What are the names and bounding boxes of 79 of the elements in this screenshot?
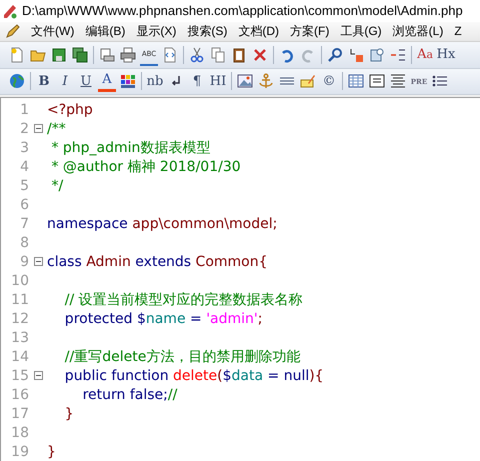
text-button[interactable]: nb [146, 70, 164, 92]
underline-button[interactable]: U [77, 70, 95, 92]
line-number: 7 [19, 216, 29, 232]
printer-icon [120, 46, 136, 63]
code-line: } [47, 444, 56, 460]
line-number: 3 [19, 140, 29, 156]
italic-button[interactable]: I [56, 70, 74, 92]
menu-item[interactable]: 文档(D) [238, 22, 279, 40]
line-number: 6 [19, 196, 29, 213]
line-number: 12 [10, 310, 29, 327]
pencil-icon [6, 24, 20, 38]
code-line: /** [47, 120, 66, 137]
menu-item[interactable]: 显示(X) [136, 22, 176, 40]
code-line: } [64, 406, 74, 422]
highlighter-icon [300, 73, 316, 90]
bold-button[interactable]: B [35, 70, 53, 92]
line-number: 14 [10, 348, 29, 365]
code-line: namespace app\common\model; [47, 216, 278, 232]
code-line: protected $name = 'admin'; [64, 310, 262, 327]
print-preview-icon [99, 46, 115, 63]
fold-icon[interactable] [34, 371, 42, 380]
menu-item[interactable]: 搜索(S) [187, 22, 228, 40]
clipboard-icon [231, 46, 247, 63]
search-icon [327, 46, 343, 63]
font-color-button[interactable]: A [98, 70, 116, 92]
code-line: // 设置当前模型对应的完整数据表名称 [64, 290, 303, 309]
image-icon [237, 73, 253, 90]
bullet-list-icon [432, 73, 448, 90]
globe-icon [9, 73, 25, 90]
line-number: 13 [10, 330, 29, 346]
code-line: */ [50, 178, 64, 194]
text-box-icon [369, 73, 385, 90]
zoom-window-icon [369, 46, 385, 63]
line-number: 4 [19, 158, 29, 175]
line-number: 19 [10, 444, 29, 460]
window-title: D:\amp\WWW\www.phpnanshen.com\application\common\model\Admin.php [22, 3, 463, 18]
line-number: 15 [10, 368, 29, 384]
line-number: 5 [19, 178, 29, 194]
color-grid-icon [120, 73, 136, 90]
code-line: * @author 楠神 2018/01/30 [50, 158, 241, 176]
code-line: //重写delete方法，目的禁用删除功能 [64, 348, 300, 366]
anchor-icon [258, 73, 274, 90]
line-number: 17 [10, 406, 29, 422]
text-button[interactable]: © [320, 70, 338, 92]
close-icon [252, 46, 268, 63]
new-file-icon [9, 46, 25, 63]
numbered-list-icon [390, 46, 406, 63]
table-icon [348, 73, 364, 90]
line-number: 11 [10, 292, 29, 308]
fold-icon[interactable] [34, 257, 42, 266]
menu-item[interactable]: 方案(F) [290, 22, 330, 40]
code-file-icon [162, 46, 178, 63]
text-button[interactable]: Hx [437, 44, 455, 66]
app-icon [2, 2, 18, 19]
floppies-icon [72, 46, 88, 63]
menu-item[interactable]: 文件(W) [31, 22, 74, 40]
copy-icon [210, 46, 226, 63]
line-number: 9 [19, 254, 29, 270]
line-number: 2 [19, 120, 29, 137]
code-line: public function delete($data = null){ [64, 368, 324, 384]
align-center-icon [390, 73, 406, 90]
fold-icon[interactable] [34, 124, 42, 134]
line-number: 8 [19, 234, 29, 251]
line-number: 10 [10, 272, 29, 289]
menu-item[interactable]: 编辑(B) [85, 22, 126, 40]
line-number: 18 [10, 424, 29, 441]
code-line: <?php [47, 102, 93, 118]
line-number: 16 [10, 386, 29, 403]
code-line: class Admin extends Common{ [47, 254, 268, 270]
text-button[interactable]: HI [209, 70, 227, 92]
menu-item[interactable]: Z [454, 24, 462, 38]
code-line: return false;// [82, 386, 178, 403]
line-number: 1 [19, 102, 29, 118]
text-button[interactable]: ¶ [188, 70, 206, 92]
menu-item[interactable]: 浏览器(L) [392, 22, 444, 40]
menu-item[interactable]: 工具(G) [340, 22, 382, 40]
code-line: * php_admin数据表模型 [50, 138, 210, 157]
scissors-icon [189, 46, 205, 63]
floppy-icon [51, 46, 67, 63]
